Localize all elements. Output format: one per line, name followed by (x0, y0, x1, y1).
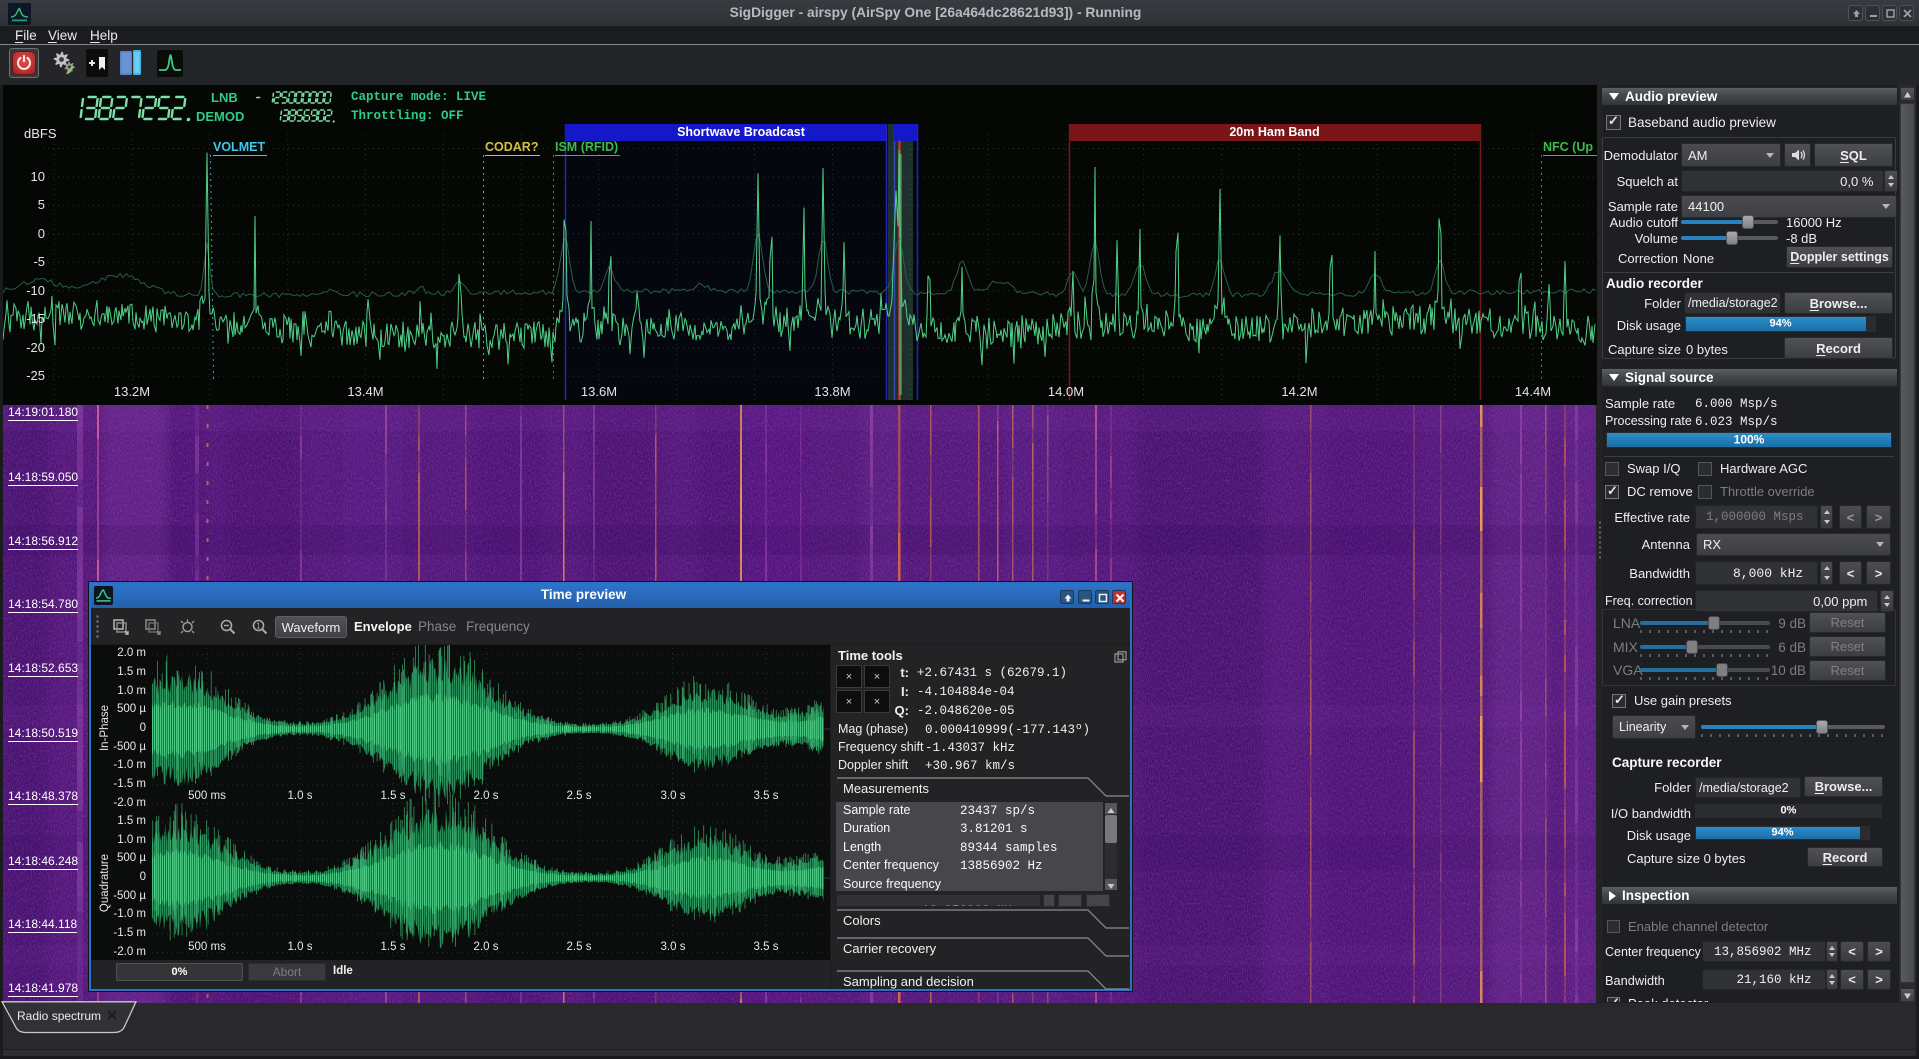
svg-text:1: 1 (256, 622, 261, 631)
